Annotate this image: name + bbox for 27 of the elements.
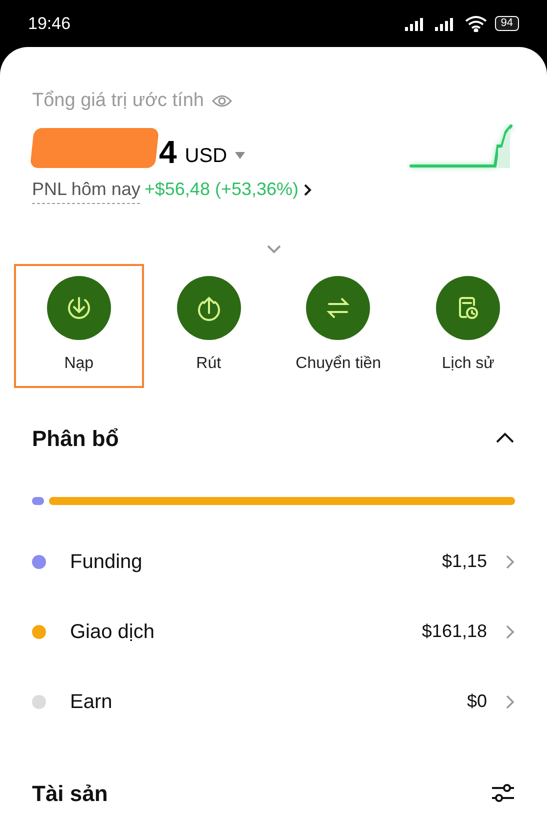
pnl-label[interactable]: PNL hôm nay [32, 176, 140, 204]
eye-icon[interactable] [212, 94, 232, 108]
account-name: Giao dịch [70, 620, 154, 644]
chevron-down-icon[interactable] [266, 244, 282, 254]
chevron-up-icon[interactable] [495, 432, 515, 444]
chevron-right-icon[interactable] [302, 182, 313, 196]
action-button[interactable]: Rút [144, 264, 274, 388]
pnl-value: +$56,48 (+53,36%) [144, 178, 299, 201]
account-name: Funding [70, 550, 142, 574]
clock-time: 19:46 [28, 12, 71, 35]
account-name: Earn [70, 690, 112, 714]
balance-amount: 4 [159, 136, 177, 168]
action-button[interactable]: Lịch sử [403, 264, 533, 388]
account-value: $161,18 [422, 620, 487, 643]
account-value: $0 [466, 690, 487, 713]
account-value: $1,15 [442, 550, 487, 573]
caret-icon [235, 152, 246, 159]
total-value-label: Tổng giá trị ước tính [32, 89, 204, 113]
allocation-segment [32, 496, 44, 504]
settings-icon[interactable] [491, 783, 515, 803]
currency-dropdown[interactable]: USD [184, 146, 246, 168]
section-title: Phân bổ [32, 424, 119, 452]
wifi-icon [464, 16, 487, 32]
action-button[interactable]: Nạp [14, 264, 144, 388]
action-button[interactable]: Chuyển tiền [274, 264, 404, 388]
section-title: Tài sản [32, 780, 108, 808]
battery-indicator: 94 [494, 16, 519, 31]
